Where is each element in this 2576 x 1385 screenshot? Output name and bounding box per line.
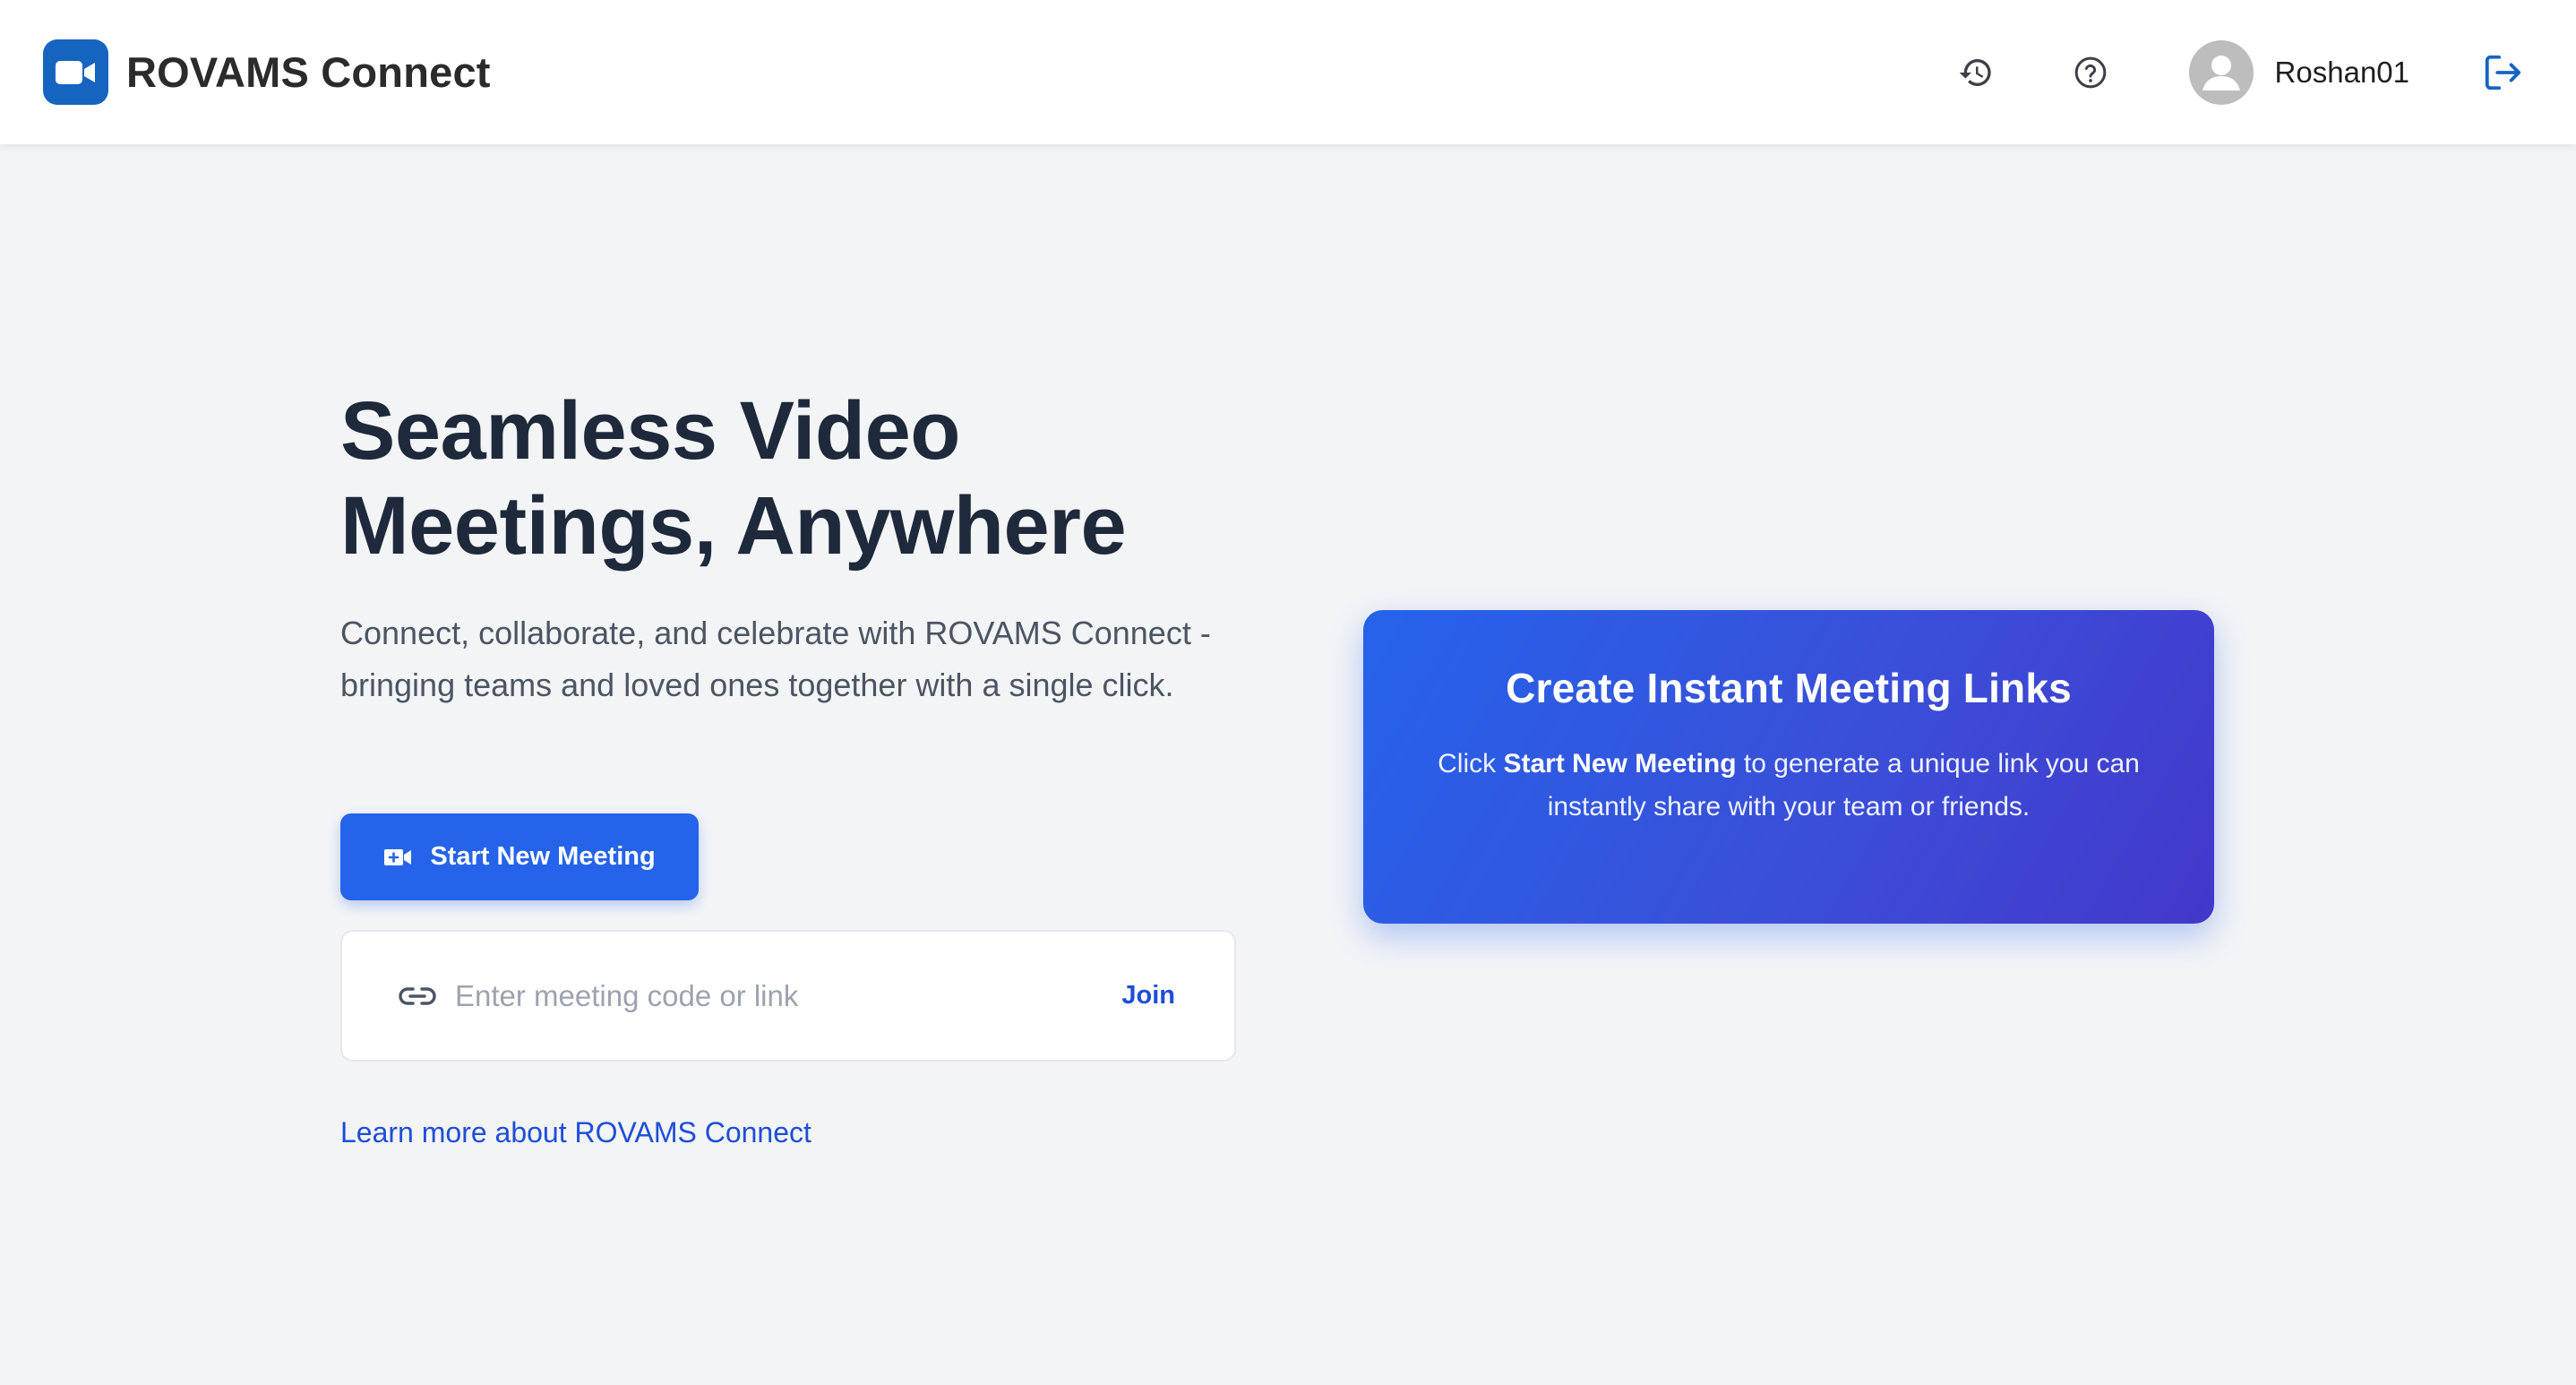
user-profile[interactable]: Roshan01: [2188, 39, 2409, 105]
logout-icon: [2485, 55, 2521, 90]
start-new-meeting-label: Start New Meeting: [430, 842, 656, 871]
card-body-bold: Start New Meeting: [1503, 749, 1737, 779]
hero-title-line1: Seamless Video: [340, 385, 960, 477]
username: Roshan01: [2274, 55, 2409, 89]
header-actions: Roshan01: [1945, 39, 2533, 105]
video-call-icon: [384, 848, 412, 865]
brand[interactable]: ROVAMS Connect: [43, 39, 491, 105]
start-new-meeting-button[interactable]: Start New Meeting: [340, 813, 699, 900]
history-button[interactable]: [1945, 42, 2006, 103]
card-description: Click Start New Meeting to generate a un…: [1404, 743, 2174, 829]
meeting-code-input[interactable]: [455, 978, 1122, 1013]
hero-title: Seamless Video Meetings, Anywhere: [340, 383, 1254, 573]
help-button[interactable]: [2060, 42, 2121, 103]
hero-title-line2: Meetings, Anywhere: [340, 480, 1127, 572]
link-icon: [398, 985, 437, 1007]
history-icon: [1959, 58, 1991, 86]
hero-subtitle: Connect, collaborate, and celebrate with…: [340, 615, 1211, 703]
card-title: Create Instant Meeting Links: [1506, 665, 2072, 711]
video-camera-icon: [43, 39, 108, 105]
account-circle-icon: [2188, 39, 2254, 105]
hero-section: Seamless Video Meetings, Anywhere Connec…: [340, 383, 1254, 711]
learn-more-link[interactable]: Learn more about ROVAMS Connect: [340, 1116, 811, 1149]
instant-links-card: Create Instant Meeting Links Click Start…: [1363, 610, 2214, 924]
card-body-prefix: Click: [1438, 749, 1504, 779]
join-button[interactable]: Join: [1121, 981, 1175, 1011]
join-meeting-box: Join: [340, 930, 1236, 1062]
logout-button[interactable]: [2472, 42, 2533, 103]
help-circle-icon: [2074, 56, 2106, 88]
brand-title: ROVAMS Connect: [126, 48, 491, 96]
top-header: ROVAMS Connect Roshan01: [0, 0, 2576, 144]
